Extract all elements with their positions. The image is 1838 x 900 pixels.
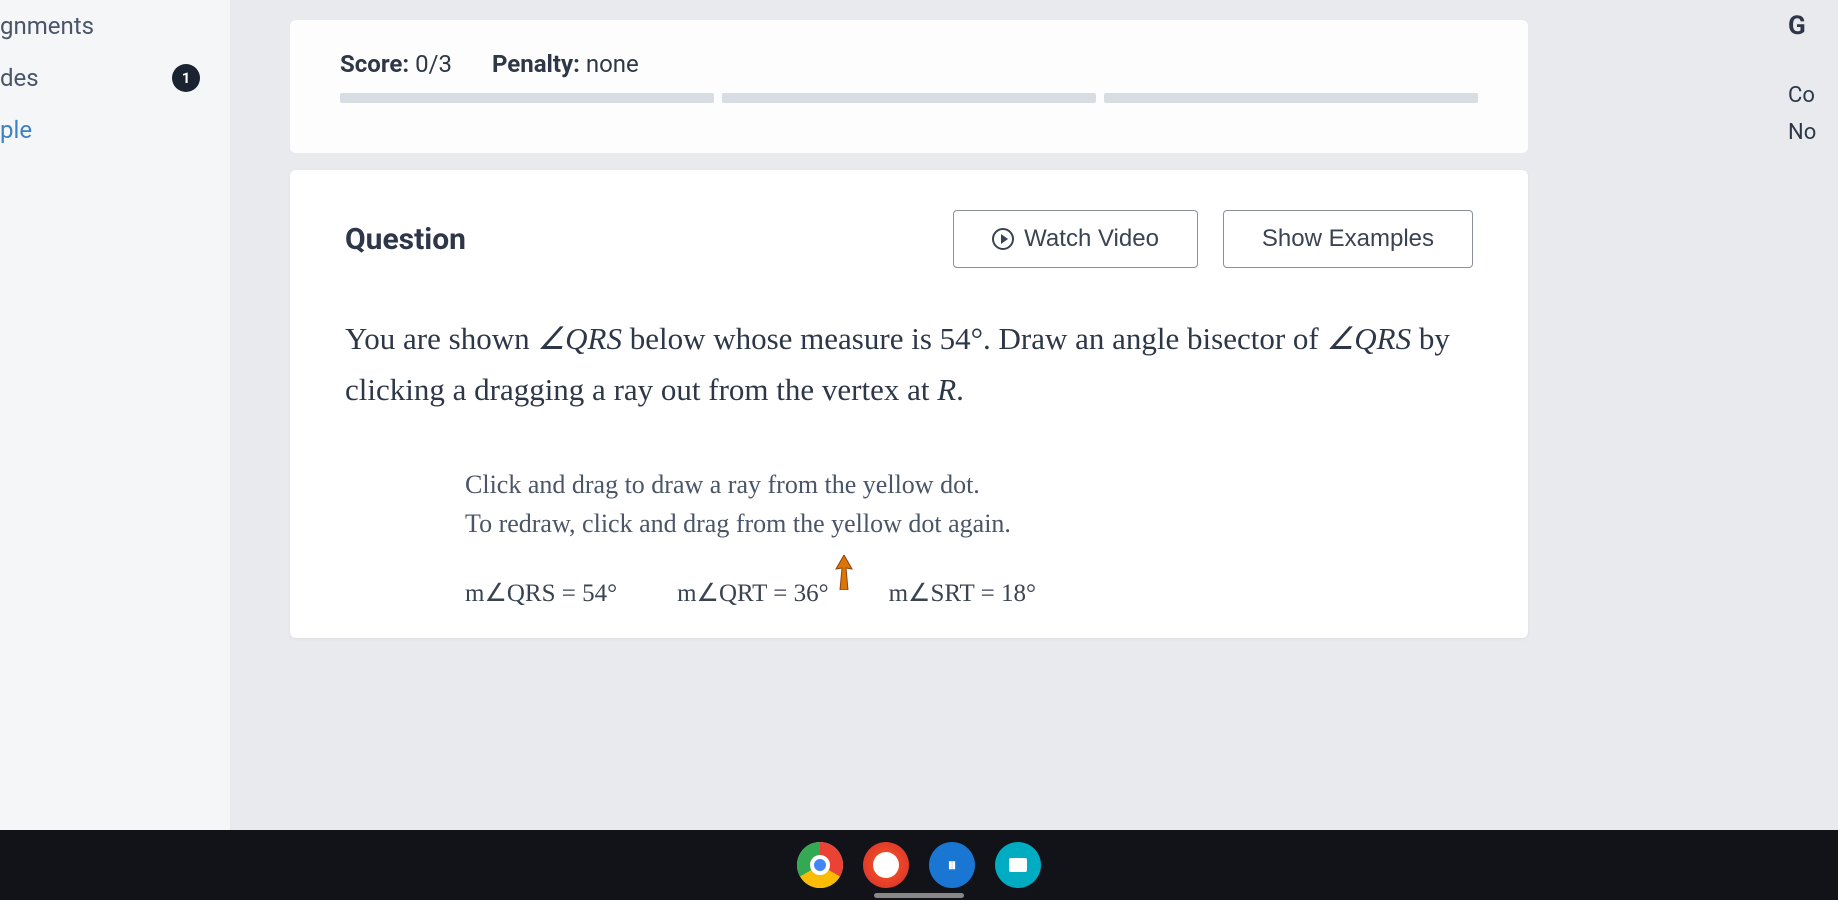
right-item[interactable]: No (1788, 114, 1838, 151)
right-item[interactable]: G (1788, 5, 1838, 47)
sidebar-item-assignments[interactable]: gnments (0, 0, 230, 52)
play-icon (992, 228, 1014, 250)
notification-badge: 1 (172, 64, 200, 92)
vertex-r: R (937, 372, 956, 407)
sidebar-item-label: ple (0, 116, 32, 144)
pause-icon: ⏸ (948, 855, 957, 876)
sidebar-item-grades[interactable]: des 1 (0, 52, 230, 104)
app-icon-teal[interactable] (995, 842, 1041, 888)
taskbar-handle (874, 893, 964, 898)
header-buttons: Watch Video Show Examples (953, 210, 1473, 268)
progress-segment (1104, 93, 1478, 103)
angle-srt-measure: m∠SRT = 18° (889, 578, 1036, 608)
taskbar: ⏸ (0, 830, 1838, 900)
chrome-app-icon[interactable] (797, 842, 843, 888)
angle-measure: 54° (940, 321, 983, 356)
sidebar: gnments des 1 ple (0, 0, 230, 900)
app-icon-red[interactable] (863, 842, 909, 888)
sidebar-item-label: gnments (0, 12, 94, 40)
drawing-instructions: Click and drag to draw a ray from the ye… (465, 465, 1473, 543)
question-text: You are shown ∠QRS below whose measure i… (345, 313, 1473, 415)
show-examples-label: Show Examples (1262, 225, 1434, 253)
instruction-line-2: To redraw, click and drag from the yello… (465, 504, 1473, 543)
score-panel: Score: 0/3 Penalty: none (290, 20, 1528, 153)
angles-readout: m∠QRS = 54° m∠QRT = 36° m∠SRT = 18° (465, 578, 1473, 608)
question-card: Question Watch Video Show Examples You a… (290, 170, 1528, 638)
watch-video-button[interactable]: Watch Video (953, 210, 1198, 268)
sidebar-item-people[interactable]: ple (0, 104, 230, 156)
angle-qrt-measure: m∠QRT = 36° (677, 578, 829, 608)
right-item[interactable]: Co (1788, 77, 1838, 114)
instruction-line-1: Click and drag to draw a ray from the ye… (465, 465, 1473, 504)
show-examples-button[interactable]: Show Examples (1223, 210, 1473, 268)
right-panel: G Co No (1788, 0, 1838, 151)
question-header: Question Watch Video Show Examples (345, 210, 1473, 268)
penalty-label: Penalty: none (492, 50, 639, 78)
progress-segment (722, 93, 1096, 103)
progress-segment (340, 93, 714, 103)
score-label: Score: 0/3 (340, 50, 452, 78)
watch-video-label: Watch Video (1024, 225, 1159, 253)
app-icon-blue[interactable]: ⏸ (929, 842, 975, 888)
angle-qrs-2: ∠QRS (1327, 321, 1412, 356)
progress-bar (340, 93, 1478, 123)
score-bar: Score: 0/3 Penalty: none (340, 50, 1478, 78)
question-heading: Question (345, 222, 466, 257)
angle-qrs: ∠QRS (537, 321, 622, 356)
angle-qrs-measure: m∠QRS = 54° (465, 578, 617, 608)
sidebar-item-label: des (0, 64, 39, 92)
